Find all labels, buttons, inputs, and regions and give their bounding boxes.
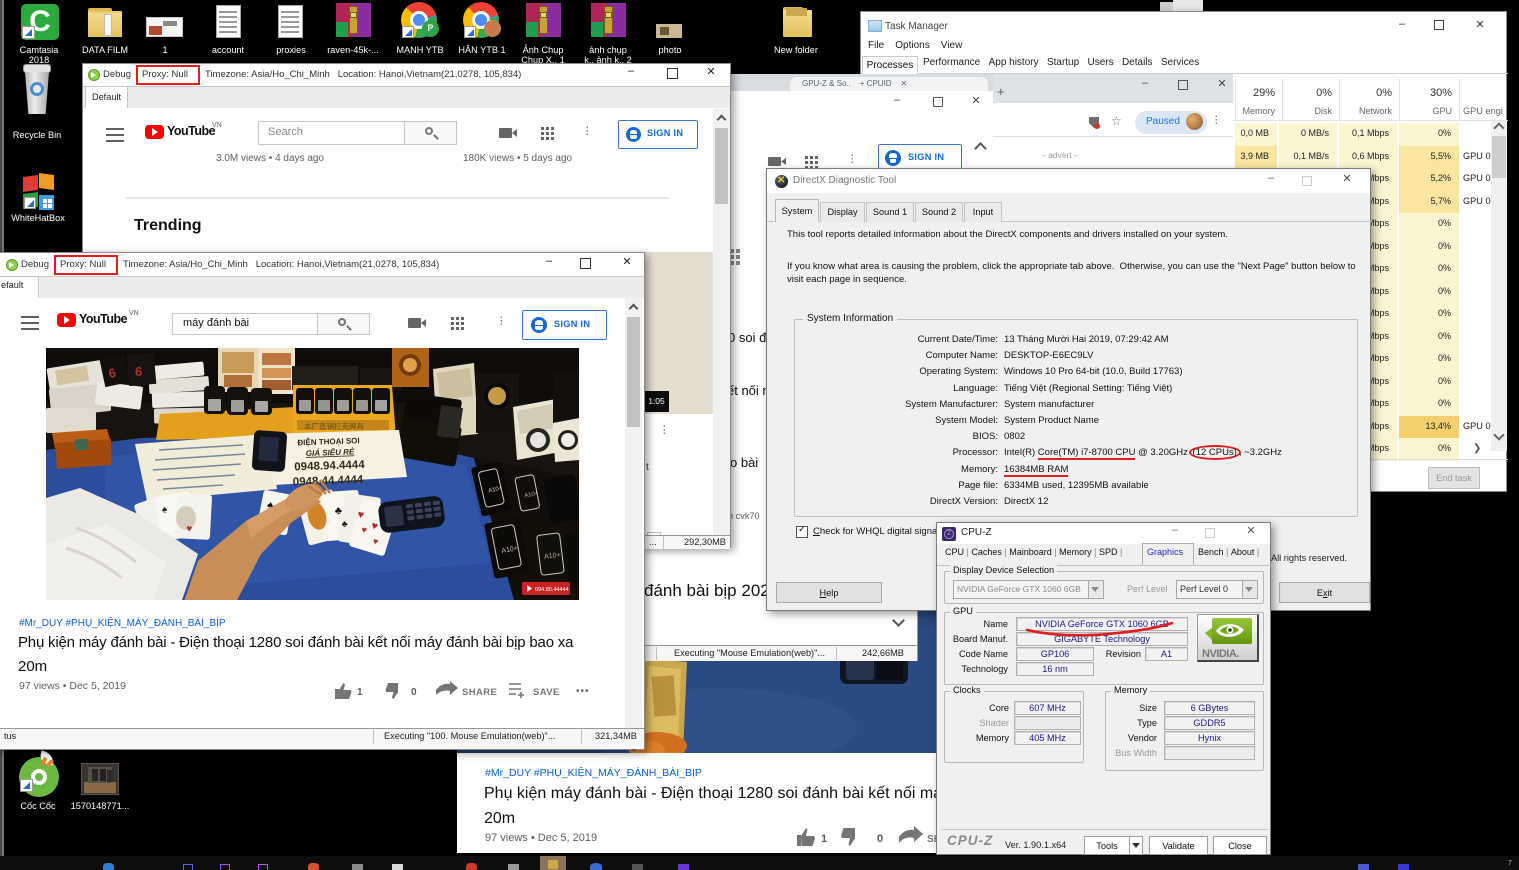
svg-text:♥: ♥ bbox=[186, 524, 193, 535]
svg-text:NVIDIA.: NVIDIA. bbox=[1202, 648, 1239, 660]
svg-text:♣: ♣ bbox=[334, 505, 342, 517]
svg-text:SHARE: SHARE bbox=[462, 687, 497, 698]
svg-text:SAVE: SAVE bbox=[533, 687, 560, 698]
svg-text:•••: ••• bbox=[576, 686, 590, 697]
svg-text:1: 1 bbox=[821, 833, 827, 845]
svg-text:GIÁ SIÊU RẺ: GIÁ SIÊU RẺ bbox=[306, 447, 355, 458]
svg-text:0948.94.4444: 0948.94.4444 bbox=[294, 459, 365, 473]
svg-text:♣: ♣ bbox=[341, 519, 348, 529]
svg-text:0: 0 bbox=[411, 687, 417, 698]
svg-text:6: 6 bbox=[135, 364, 142, 379]
svg-text:本厂直销扛克牌具: 本厂直销扛克牌具 bbox=[304, 421, 364, 431]
svg-text:1: 1 bbox=[357, 687, 363, 698]
svg-text:0: 0 bbox=[877, 833, 883, 845]
svg-text:094.80.44444: 094.80.44444 bbox=[535, 587, 569, 593]
